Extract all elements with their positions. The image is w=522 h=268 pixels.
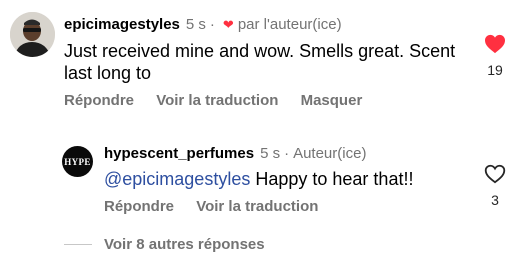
divider-line [64,244,92,245]
view-more-replies[interactable]: Voir 8 autres réponses [64,236,265,253]
timestamp: 5 s [185,16,206,33]
translate-button[interactable]: Voir la traduction [156,92,278,109]
comment-actions: Répondre Voir la traduction Masquer [64,92,380,110]
reply-reply-button[interactable]: Répondre [104,198,174,215]
separator-dot: · [209,16,215,33]
reply-button[interactable]: Répondre [64,92,134,109]
heart-filled-icon[interactable] [484,34,506,54]
brand-logo: HYPE [64,156,91,167]
liked-by-author-label: par l'auteur(ice) [237,16,342,33]
reply-text: @epicimagestyles Happy to hear that!! [104,168,413,190]
heart-icon: ❤ [222,17,234,32]
avatar[interactable] [10,12,55,57]
heart-outline-icon[interactable] [484,164,506,184]
reply-like-count: 3 [491,192,499,208]
author-badge: Auteur(ice) [293,145,367,162]
reply-avatar[interactable]: HYPE [62,146,93,177]
reply-body: Happy to hear that!! [255,169,414,189]
reply-username[interactable]: hypescent_perfumes [104,145,254,163]
profile-photo [10,12,55,57]
reply-like-control: 3 [484,164,506,208]
username[interactable]: epicimagestyles [64,16,180,34]
reply-translate-button[interactable]: Voir la traduction [196,198,318,215]
comment-text: Just received mine and wow. Smells great… [64,41,456,83]
like-control: 19 [484,34,506,78]
mention-link[interactable]: @epicimagestyles [104,169,250,189]
like-count: 19 [487,62,503,78]
separator-dot: · [284,145,290,162]
view-more-replies-label: Voir 8 autres réponses [104,236,265,253]
comment-header: epicimagestyles 5 s · ❤ par l'auteur(ice… [64,16,342,34]
reply-header: hypescent_perfumes 5 s · Auteur(ice) [104,145,366,163]
reply-timestamp: 5 s [260,145,281,162]
hide-button[interactable]: Masquer [301,92,363,109]
reply-actions: Répondre Voir la traduction [104,198,336,216]
